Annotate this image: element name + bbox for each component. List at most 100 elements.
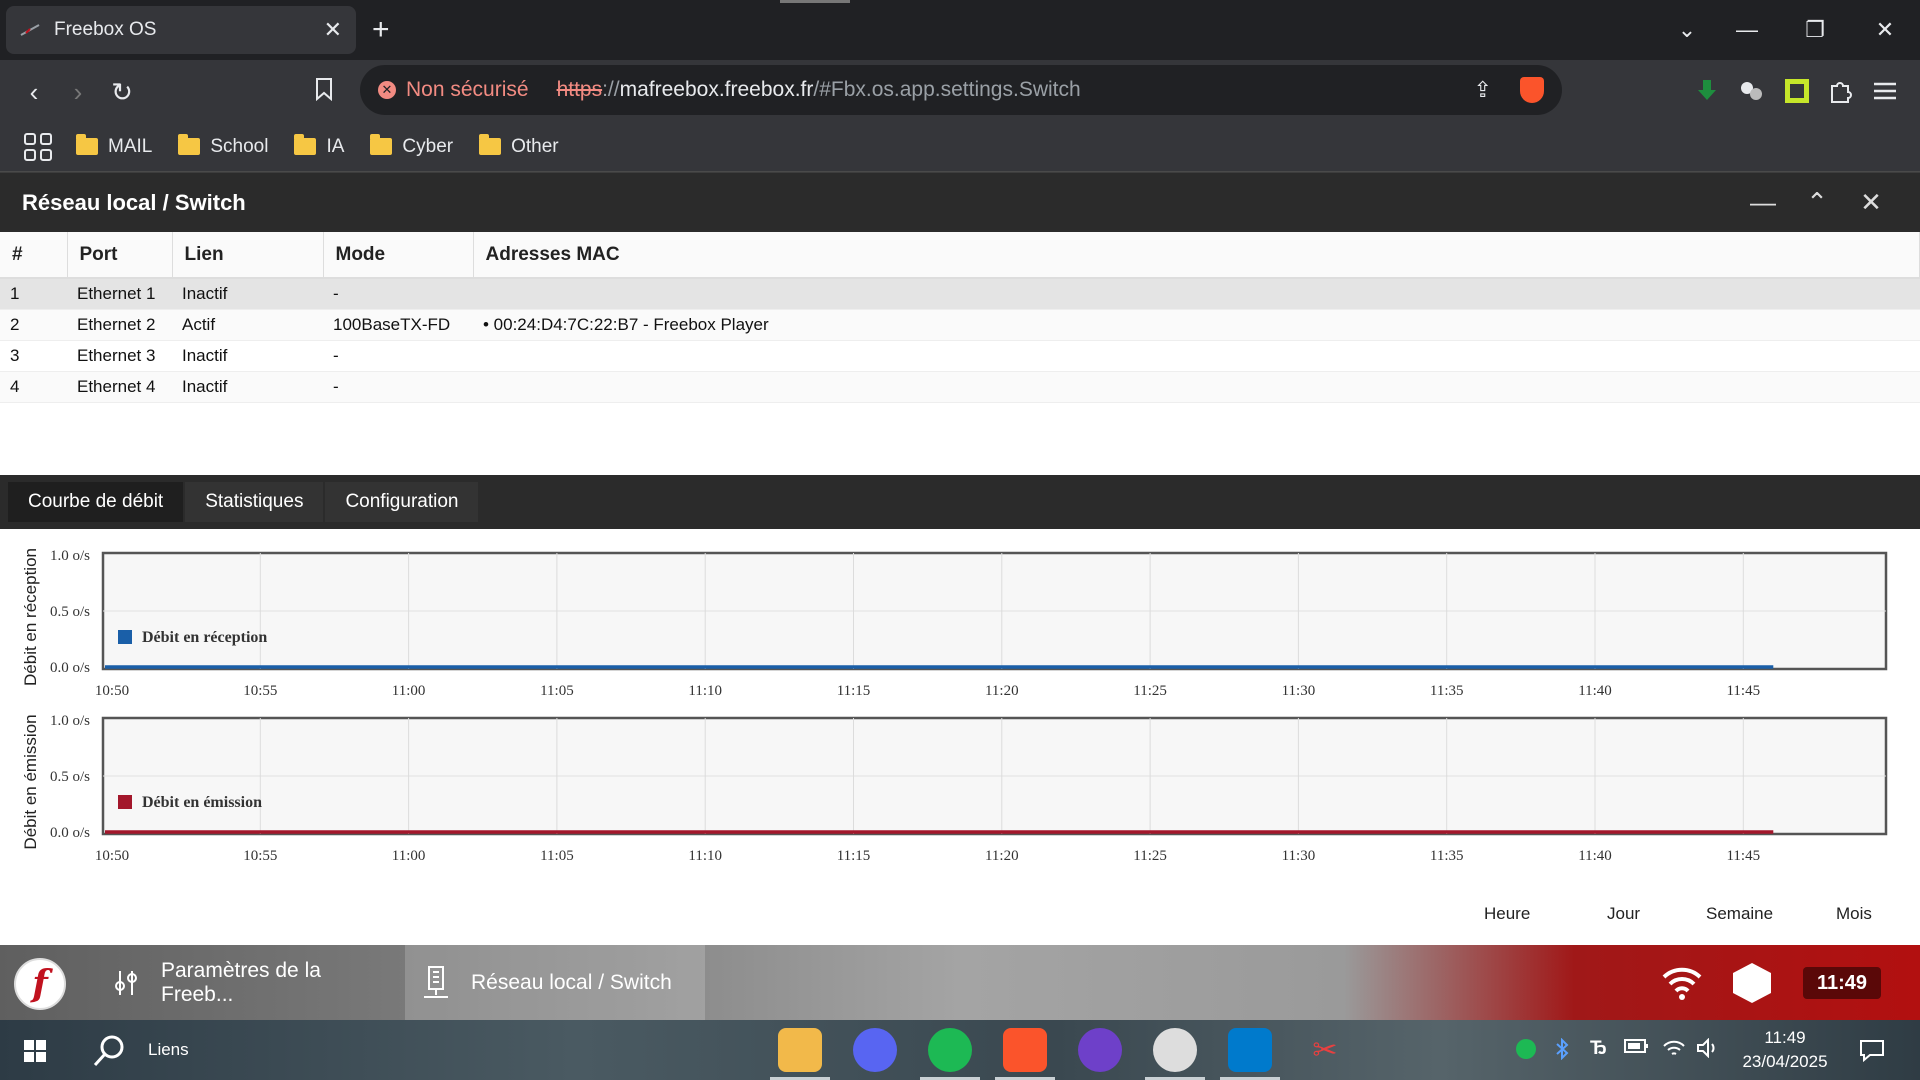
address-bar[interactable]: ✕ Non sécurisé https://mafreebox.freebox… <box>360 65 1562 115</box>
column-header-mac[interactable]: Adresses MAC <box>473 232 1920 279</box>
x-tick-label: 11:40 <box>1578 683 1612 699</box>
period-heure[interactable]: Heure <box>1484 904 1530 924</box>
table-row[interactable]: 3 Ethernet 3 Inactif - <box>0 340 1920 372</box>
bookmark-folder-ia[interactable]: IA <box>294 134 344 158</box>
network-wifi-icon[interactable] <box>1662 1038 1686 1064</box>
column-header-link[interactable]: Lien <box>172 232 324 279</box>
x-tick-label: 11:35 <box>1430 683 1464 699</box>
period-mois[interactable]: Mois <box>1836 904 1872 924</box>
vscode-icon[interactable] <box>1228 1028 1272 1072</box>
bookmark-folder-cyber[interactable]: Cyber <box>370 134 453 158</box>
cell-mode: - <box>323 278 473 310</box>
battery-icon[interactable] <box>1624 1038 1650 1060</box>
tray-app-icon[interactable]: Ђ <box>1590 1038 1607 1060</box>
menu-hamburger-icon[interactable] <box>1870 76 1900 106</box>
minimize-icon[interactable]: — <box>1736 187 1790 218</box>
wifi-icon[interactable] <box>1660 965 1704 1009</box>
bookmark-icon[interactable] <box>306 74 342 110</box>
brave-browser-icon[interactable] <box>1003 1028 1047 1072</box>
bluetooth-icon[interactable] <box>1554 1037 1570 1066</box>
windows-start-icon[interactable] <box>24 1040 46 1062</box>
tab-statistiques[interactable]: Statistiques <box>185 482 324 522</box>
browser-tab[interactable]: Freebox OS ✕ <box>6 6 356 54</box>
period-jour[interactable]: Jour <box>1607 904 1640 924</box>
y-axis-label: Débit en émission <box>21 714 40 849</box>
tab-configuration[interactable]: Configuration <box>325 482 479 522</box>
bookmark-folder-other[interactable]: Other <box>479 134 559 158</box>
reload-icon[interactable]: ↻ <box>104 74 140 110</box>
period-semaine[interactable]: Semaine <box>1706 904 1773 924</box>
notifications-icon[interactable] <box>1858 1038 1886 1068</box>
extension-dots-icon[interactable] <box>1736 76 1766 106</box>
bookmark-folder-mail[interactable]: MAIL <box>76 134 152 158</box>
url-scheme: https <box>556 78 603 101</box>
github-desktop-icon[interactable] <box>1078 1028 1122 1072</box>
bookmark-folder-school[interactable]: School <box>178 134 268 158</box>
x-tick-label: 11:15 <box>837 683 871 699</box>
translate-extension-icon[interactable] <box>1782 76 1812 106</box>
column-header-port[interactable]: Port <box>67 232 173 279</box>
x-tick-label: 11:45 <box>1726 848 1760 864</box>
table-row[interactable]: 2 Ethernet 2 Actif 100BaseTX-FD • 00:24:… <box>0 309 1920 341</box>
window-titlebar: Réseau local / Switch — ⌃ ✕ <box>0 172 1920 232</box>
snipping-tool-icon[interactable]: ✂ <box>1303 1028 1347 1072</box>
tab-search-chevron-icon[interactable]: ⌄ <box>1662 10 1712 50</box>
x-tick-label: 11:05 <box>540 683 574 699</box>
table-row[interactable]: 4 Ethernet 4 Inactif - <box>0 371 1920 403</box>
column-header-number[interactable]: # <box>0 232 68 279</box>
brave-shields-icon[interactable] <box>1520 77 1544 103</box>
legend-swatch <box>118 630 132 644</box>
folder-icon <box>178 134 201 155</box>
close-icon[interactable]: ✕ <box>1844 187 1898 218</box>
cell-mac <box>473 340 1920 372</box>
taskbar-search-label[interactable]: Liens <box>148 1040 189 1060</box>
x-tick-label: 11:00 <box>392 683 426 699</box>
minimize-window-button[interactable]: — <box>1722 10 1772 50</box>
close-tab-icon[interactable]: ✕ <box>324 17 342 43</box>
apps-grid-icon[interactable] <box>24 132 52 161</box>
back-arrow-icon[interactable]: ‹ <box>16 74 52 110</box>
new-tab-button[interactable]: + <box>372 12 390 48</box>
url-path: /#Fbx.os.app.settings.Switch <box>813 78 1081 101</box>
column-header-mode[interactable]: Mode <box>323 232 474 279</box>
dock-item-reseau-local-switch[interactable]: Réseau local / Switch <box>405 945 705 1020</box>
download-extension-icon[interactable] <box>1692 76 1722 106</box>
volume-icon[interactable] <box>1696 1037 1720 1064</box>
search-icon[interactable] <box>92 1034 126 1076</box>
cell-port: Ethernet 2 <box>67 309 172 341</box>
freebox-favicon-icon <box>20 20 40 40</box>
x-tick-label: 11:15 <box>837 848 871 864</box>
x-tick-label: 11:35 <box>1430 848 1464 864</box>
table-row[interactable]: 1 Ethernet 1 Inactif - <box>0 278 1920 310</box>
forward-arrow-icon[interactable]: › <box>60 74 96 110</box>
dock-item-parametres[interactable]: Paramètres de la Freeb... <box>95 945 405 1020</box>
close-window-button[interactable]: ✕ <box>1860 10 1910 50</box>
maximize-icon[interactable]: ⌃ <box>1790 187 1844 218</box>
throughput-charts: 1.0 o/s 0.5 o/s 0.0 o/s 10:50 10:55 11:00 11:0… <box>21 548 1888 864</box>
x-tick-label: 10:50 <box>95 683 129 699</box>
discord-icon[interactable] <box>853 1028 897 1072</box>
x-tick-label: 10:55 <box>243 683 277 699</box>
dock-item-label: Réseau local / Switch <box>471 970 672 994</box>
folder-icon <box>76 134 98 155</box>
freebox-logo-icon[interactable]: f <box>14 958 66 1010</box>
switch-window: Réseau local / Switch — ⌃ ✕ # Port Lien … <box>0 172 1920 945</box>
clock-app-icon[interactable] <box>1153 1028 1197 1072</box>
x-tick-label: 11:20 <box>985 848 1019 864</box>
share-icon[interactable]: ⇪ <box>1474 77 1492 103</box>
file-explorer-icon[interactable] <box>778 1028 822 1072</box>
extensions-puzzle-icon[interactable] <box>1826 76 1856 106</box>
cell-number: 1 <box>0 278 67 310</box>
restore-window-button[interactable]: ❐ <box>1790 10 1840 50</box>
freebox-server-icon[interactable] <box>1733 963 1771 1003</box>
spotify-tray-icon[interactable] <box>1515 1038 1537 1066</box>
x-tick-label: 11:40 <box>1578 848 1612 864</box>
system-clock[interactable]: 11:49 23/04/2025 <box>1730 1026 1840 1074</box>
chart-panel: 1.0 o/s 0.5 o/s 0.0 o/s 10:50 10:55 11:00 11:0… <box>21 548 1888 699</box>
tab-courbe-de-debit[interactable]: Courbe de débit <box>8 482 184 522</box>
cell-link: Actif <box>172 309 323 341</box>
insecure-warning-icon: ✕ <box>378 81 396 99</box>
spotify-icon[interactable] <box>928 1028 972 1072</box>
cell-number: 2 <box>0 309 67 341</box>
security-status-label[interactable]: Non sécurisé <box>406 78 529 102</box>
